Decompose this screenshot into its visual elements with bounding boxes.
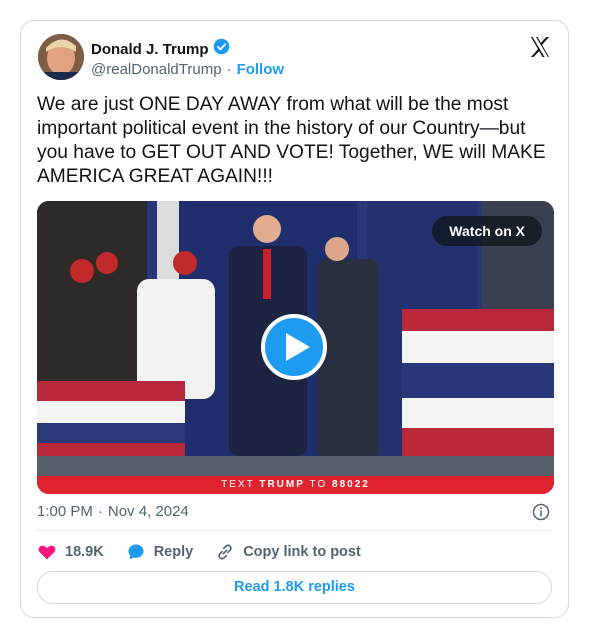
handle-separator: · [226, 61, 232, 78]
like-button[interactable]: 18.9K [37, 542, 104, 562]
post-date: Nov 4, 2024 [107, 503, 189, 520]
post-text: We are just ONE DAY AWAY from what will … [37, 94, 546, 187]
x-logo-icon[interactable] [528, 35, 552, 59]
heart-icon [38, 545, 56, 560]
author-name[interactable]: Donald J. Trump [91, 41, 209, 58]
post-time: 1:00 PM [37, 503, 93, 520]
link-icon [218, 544, 232, 560]
action-bar: 18.9K Reply Copy link to post [37, 542, 383, 562]
like-count: 18.9K [65, 544, 104, 560]
copy-link-button[interactable]: Copy link to post [215, 542, 361, 562]
time-separator: · [97, 503, 103, 520]
banner-keyword: TRUMP [259, 479, 305, 490]
author-handle-row: @realDonaldTrump · Follow [91, 61, 284, 78]
post-timestamp[interactable]: 1:00 PM · Nov 4, 2024 [37, 503, 189, 520]
play-button-icon[interactable] [261, 314, 327, 380]
video-player[interactable]: Watch on X TEXT TRUMP TO 88022 [37, 201, 554, 494]
banner-prefix: TEXT [221, 479, 255, 490]
copy-link-label: Copy link to post [243, 544, 361, 560]
reply-bubble-icon [128, 544, 144, 560]
divider [37, 530, 552, 531]
banner-number: 88022 [332, 479, 370, 490]
watch-on-x-button[interactable]: Watch on X [432, 216, 542, 246]
author-handle[interactable]: @realDonaldTrump [91, 61, 222, 78]
reply-button[interactable]: Reply [126, 542, 194, 562]
banner-mid: TO [309, 479, 328, 490]
info-icon[interactable] [532, 503, 550, 521]
follow-button[interactable]: Follow [237, 61, 285, 78]
tweet-card: Donald J. Trump @realDonaldTrump · Follo… [20, 20, 569, 618]
avatar[interactable] [38, 34, 84, 80]
sms-banner: TEXT TRUMP TO 88022 [37, 476, 554, 494]
read-replies-button[interactable]: Read 1.8K replies [37, 571, 552, 604]
verified-badge-icon [213, 38, 230, 60]
reply-label: Reply [153, 544, 194, 560]
author-name-row: Donald J. Trump [91, 38, 230, 60]
